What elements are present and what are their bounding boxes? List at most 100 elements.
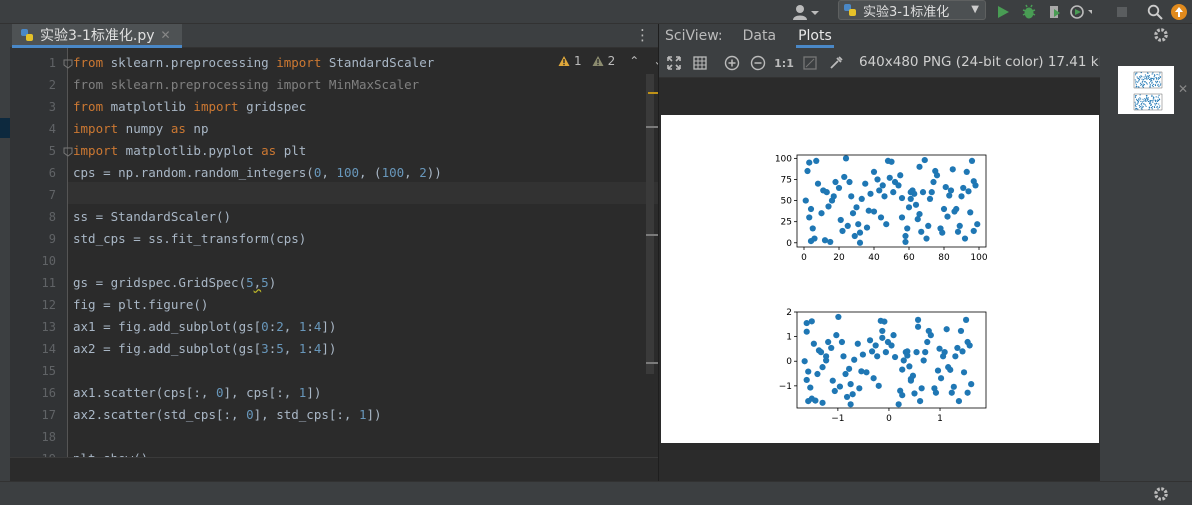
data-point [810,340,817,347]
data-point [1144,78,1146,80]
zoom-in-icon[interactable] [723,54,741,72]
chevron-up-icon[interactable]: ⌃ [629,54,639,68]
fit-to-screen-icon[interactable] [665,54,683,72]
data-point [829,377,836,384]
gear-icon[interactable] [1152,485,1170,503]
data-point [1147,100,1150,103]
data-point [943,326,950,333]
gear-icon[interactable] [1152,26,1170,44]
data-point [859,351,866,358]
data-point [1149,84,1151,86]
data-point [1159,105,1161,107]
data-point [1141,105,1143,107]
data-point [1156,105,1158,108]
data-point [1153,79,1155,81]
data-point [874,176,881,183]
line-number: 12 [41,298,56,312]
data-point [902,232,909,240]
search-icon[interactable] [1144,1,1166,23]
line-number: 13 [41,320,56,334]
color-picker-icon[interactable] [827,54,845,72]
error-stripe-mark[interactable] [646,234,658,236]
data-point [924,338,931,346]
data-point [818,210,825,217]
data-point [855,221,862,228]
data-point [1152,101,1154,103]
error-stripe-mark[interactable] [646,362,658,364]
data-point [1153,77,1155,80]
close-icon[interactable]: ✕ [161,28,171,42]
tab-plots[interactable]: Plots [796,24,834,48]
line-number: 9 [48,232,56,246]
more-vertical-icon[interactable]: ⋮ [635,26,650,44]
data-point [1153,97,1155,99]
x-tick-label: 20 [833,253,845,263]
code-line: ax2 = fig.add_subplot(gs[3:5, 1:4]) [73,338,336,360]
data-point [1158,103,1160,105]
data-point [902,238,909,246]
editor-scrollbar[interactable] [646,74,654,374]
code-token: ax2.scatter(std_cps[:, [73,407,247,422]
stop-icon[interactable] [1111,1,1133,23]
update-available-icon[interactable] [1168,1,1190,23]
data-point [854,340,861,347]
coverage-icon[interactable] [1044,1,1066,23]
data-point [1142,83,1144,85]
code-line: import numpy as np [73,118,208,140]
data-point [1155,82,1157,84]
data-point [848,193,855,200]
data-point [1143,103,1145,105]
data-point [875,382,882,389]
editor-tab[interactable]: 实验3-1标准化.py ✕ [12,24,182,48]
line-number: 1 [48,56,56,70]
data-point [918,228,925,235]
tab-data[interactable]: Data [743,24,776,48]
plot-thumbnail[interactable] [1118,66,1174,114]
close-icon[interactable]: ✕ [1178,82,1188,96]
data-point [1159,81,1161,83]
data-point [1137,77,1140,80]
data-point [874,353,881,360]
data-point [1151,84,1154,86]
run-configuration-label: 实验3-1标准化 [863,4,950,20]
data-point [1150,106,1153,109]
background-toggle-icon[interactable] [801,54,819,72]
data-point [1135,82,1137,84]
data-point [1151,108,1153,110]
code-area[interactable]: from sklearn.preprocessing import Standa… [73,48,643,457]
run-icon[interactable] [992,1,1014,23]
zoom-out-icon[interactable] [749,54,767,72]
data-point [830,193,837,200]
data-point [1155,80,1157,82]
data-point [1138,78,1141,80]
plot-image[interactable]: 0 20 40 60 80 100 0 25 50 75 100 −1 0 1 −1 0 1 2 [661,115,1099,443]
data-point [959,348,966,355]
data-point [853,204,860,211]
code-token: StandardScaler [321,55,435,70]
code-token: plt [276,143,307,158]
line-number: 11 [41,276,56,290]
error-stripe-mark[interactable] [646,126,658,128]
fold-icon[interactable] [63,58,73,69]
data-point [1146,76,1148,78]
fold-icon[interactable] [63,146,73,157]
data-point [1142,98,1144,100]
data-point [819,399,826,406]
debug-icon[interactable] [1018,1,1040,23]
profile-icon[interactable] [1070,1,1092,23]
data-point [1138,86,1140,88]
run-configuration-selector[interactable]: 实验3-1标准化 ▼ [838,0,986,20]
data-point [1139,105,1141,108]
data-point [1134,74,1137,76]
y-tick-label: 2 [786,308,792,318]
data-point [1135,85,1138,88]
actual-size-button[interactable]: 1:1 [774,54,794,72]
warning-stripe-mark[interactable] [648,92,658,94]
user-account-icon[interactable] [792,3,820,21]
editor-horizontal-scrollbar[interactable] [10,457,658,481]
code-line: plt.show() [73,448,148,457]
data-point [918,385,925,392]
inspection-widget[interactable]: 1 2 ⌃ ⌄ [558,54,663,68]
grid-icon[interactable] [691,54,709,72]
warning-count: 1 [574,54,582,68]
